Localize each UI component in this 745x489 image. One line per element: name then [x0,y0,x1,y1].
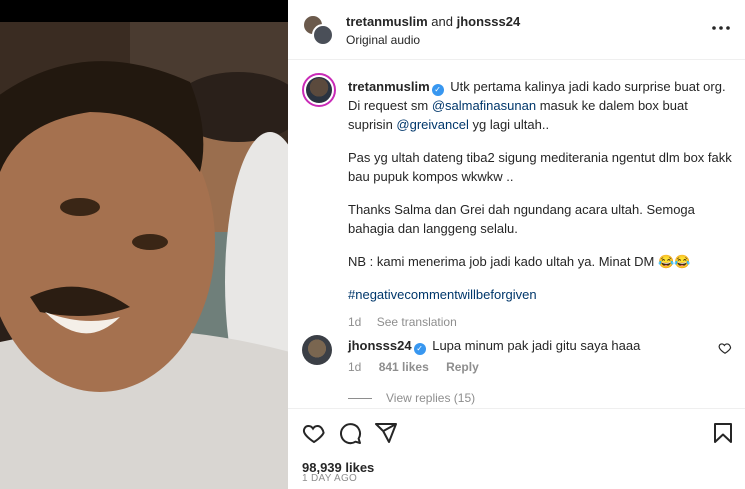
header-username-2[interactable]: jhonsss24 [457,14,521,29]
audio-label[interactable]: Original audio [346,33,420,47]
comment-text: jhonsss24 ✓ Lupa minum pak jadi gitu saya… [348,337,708,355]
caption-para-1: tretanmuslim ✓ Utk pertama kalinya jadi k… [348,77,732,134]
caption-avatar[interactable] [302,73,336,107]
share-send-icon[interactable] [374,421,398,445]
header-usernames: tretanmuslim and jhonsss24 [346,14,520,29]
save-bookmark-icon[interactable] [711,421,735,445]
caption-text: tretanmuslim ✓ Utk pertama kalinya jadi k… [348,77,732,332]
comment-likes[interactable]: 841 likes [379,360,429,374]
more-options-icon[interactable] [711,18,731,38]
view-replies-label: View replies (15) [386,391,476,405]
post-panel: tretanmuslim and jhonsss24 Original audi… [288,0,745,489]
comment-time: 1d [348,360,362,374]
see-translation-button[interactable]: See translation [377,315,457,329]
avatar [312,24,334,46]
caption-time: 1d [348,315,362,329]
post-media[interactable] [0,0,288,489]
header-username-1[interactable]: tretanmuslim [346,14,428,29]
caption-line-2-post: masuk ke dalem box buat [536,98,688,113]
collab-avatars[interactable] [302,14,334,46]
comment-reply-button[interactable]: Reply [446,360,479,374]
hashtag-link[interactable]: #negativecommentwillbeforgiven [348,285,732,304]
caption-line-1: Utk pertama kalinya jadi kado surprise b… [450,79,726,94]
caption-line-3-post: yg lagi ultah.. [468,117,550,132]
view-replies-button[interactable]: View replies (15) [348,391,475,405]
post-header: tretanmuslim and jhonsss24 Original audi… [288,0,745,60]
divider [348,398,372,400]
caption-username[interactable]: tretanmuslim [348,79,430,94]
header-and-text: and [431,14,453,29]
mention-link[interactable]: @greivancel [396,117,468,132]
mention-link[interactable]: @salmafinasunan [432,98,536,113]
caption-para-4: NB : kami menerima job jadi kado ultah y… [348,254,691,269]
caption-meta: 1d See translation [348,313,732,332]
comment-body: Lupa minum pak jadi gitu saya haaa [432,338,641,353]
caption-para-2: Pas yg ultah dateng tiba2 sigung mediter… [348,150,732,184]
caption-line-2-pre: Di request sm [348,98,432,113]
verified-badge-icon: ✓ [413,343,426,355]
comment-avatar[interactable] [302,335,332,365]
comment-meta: 1d 841 likes Reply [348,360,493,374]
comment: jhonsss24 ✓ Lupa minum pak jadi gitu saya… [302,335,732,381]
caption-para-3: Thanks Salma dan Grei dah ngundang acara… [348,202,695,236]
comment-like-heart-icon[interactable] [718,341,732,355]
like-heart-icon[interactable] [302,421,326,445]
post-date: 1 DAY AGO [302,473,358,484]
video-frame [0,22,288,489]
verified-badge-icon: ✓ [431,84,444,96]
caption-line-3-pre: suprisin [348,117,397,132]
comment-username[interactable]: jhonsss24 [348,338,412,353]
comment-bubble-icon[interactable] [338,421,362,445]
